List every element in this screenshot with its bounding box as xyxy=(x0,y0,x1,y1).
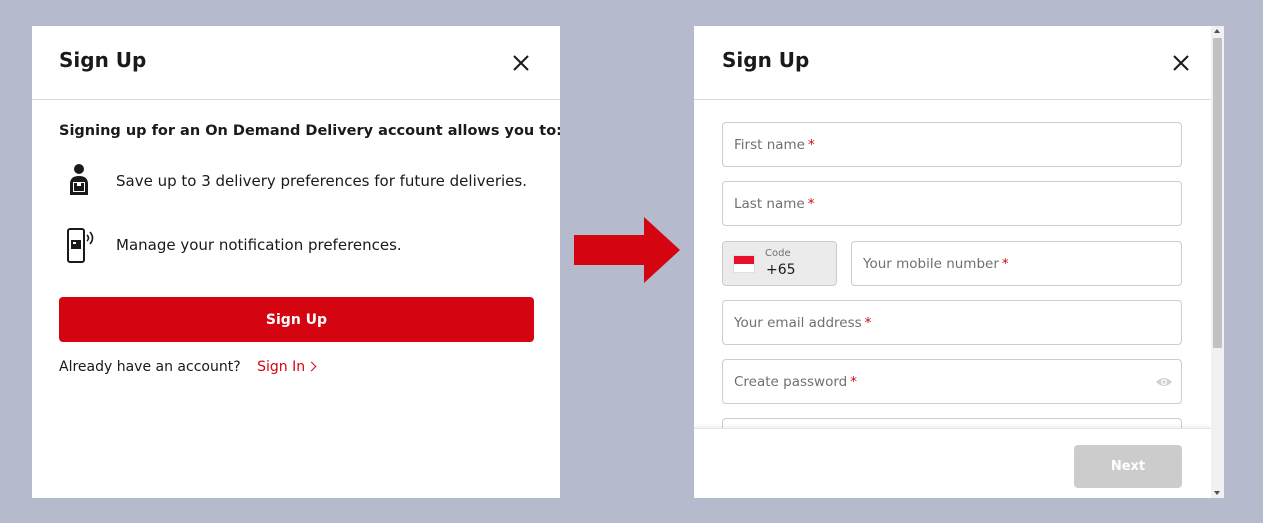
mobile-number-field[interactable]: Your mobile number * xyxy=(851,241,1182,286)
person-package-icon xyxy=(70,164,88,195)
first-name-label-text: First name xyxy=(734,137,805,153)
close-icon xyxy=(513,55,529,71)
signin-prompt: Already have an account? xyxy=(59,359,241,375)
mobile-label: Your mobile number * xyxy=(863,256,1009,272)
right-arrow-icon xyxy=(574,217,680,283)
mobile-label-text: Your mobile number xyxy=(863,256,999,272)
sign-in-link-label: Sign In xyxy=(257,359,306,375)
required-mark: * xyxy=(1001,256,1009,272)
dialog-header: Sign Up xyxy=(694,26,1211,100)
dialog-footer: Next xyxy=(694,428,1211,498)
close-button[interactable] xyxy=(1171,53,1191,73)
first-name-label: First name * xyxy=(734,137,815,153)
sign-up-button[interactable]: Sign Up xyxy=(59,297,534,342)
chevron-right-icon xyxy=(306,361,317,372)
intro-text: Signing up for an On Demand Delivery acc… xyxy=(59,123,560,139)
feature-text: Manage your notification preferences. xyxy=(116,236,402,254)
next-button[interactable]: Next xyxy=(1074,445,1182,488)
signup-form-dialog: Sign Up First name * Last name * Code +65 … xyxy=(694,26,1224,498)
singapore-flag-icon xyxy=(733,255,755,273)
dialog-title: Sign Up xyxy=(722,48,810,72)
scrollbar[interactable] xyxy=(1211,26,1224,498)
required-mark: * xyxy=(808,137,815,153)
email-label-text: Your email address xyxy=(734,315,862,331)
required-mark: * xyxy=(864,315,872,331)
last-name-field[interactable]: Last name * xyxy=(722,181,1182,226)
feature-text: Save up to 3 delivery preferences for fu… xyxy=(116,172,527,190)
scrollbar-thumb[interactable] xyxy=(1213,38,1222,348)
sign-in-link[interactable]: Sign In xyxy=(257,359,317,375)
first-name-field[interactable]: First name * xyxy=(722,122,1182,167)
signup-intro-dialog: Sign Up Signing up for an On Demand Deli… xyxy=(32,26,560,498)
feature-item: Save up to 3 delivery preferences for fu… xyxy=(59,162,539,206)
eye-icon[interactable] xyxy=(1155,375,1173,389)
scroll-up-icon[interactable] xyxy=(1214,29,1220,33)
form-scroll-area[interactable]: First name * Last name * Code +65 Your mob… xyxy=(694,101,1211,428)
feature-item: Manage your notification preferences. xyxy=(59,226,539,270)
required-mark: * xyxy=(850,374,857,390)
last-name-label-text: Last name xyxy=(734,196,805,212)
signin-row: Already have an account? Sign In xyxy=(59,359,317,375)
last-name-label: Last name * xyxy=(734,196,814,212)
password-label: Create password * xyxy=(734,374,857,390)
country-code-select[interactable]: Code +65 xyxy=(722,241,837,286)
close-button[interactable] xyxy=(511,53,531,73)
dialog-header: Sign Up xyxy=(32,26,560,100)
email-field[interactable]: Your email address * xyxy=(722,300,1182,345)
required-mark: * xyxy=(807,196,815,212)
email-label: Your email address * xyxy=(734,315,871,331)
close-icon xyxy=(1173,55,1189,71)
password-field[interactable]: Create password * xyxy=(722,359,1182,404)
scroll-down-icon[interactable] xyxy=(1214,491,1220,495)
phone-notification-icon xyxy=(67,228,94,263)
next-field-partial[interactable] xyxy=(722,418,1182,428)
code-label: Code xyxy=(765,248,791,259)
dialog-title: Sign Up xyxy=(59,48,147,72)
code-value: +65 xyxy=(766,262,796,278)
password-label-text: Create password xyxy=(734,374,848,390)
